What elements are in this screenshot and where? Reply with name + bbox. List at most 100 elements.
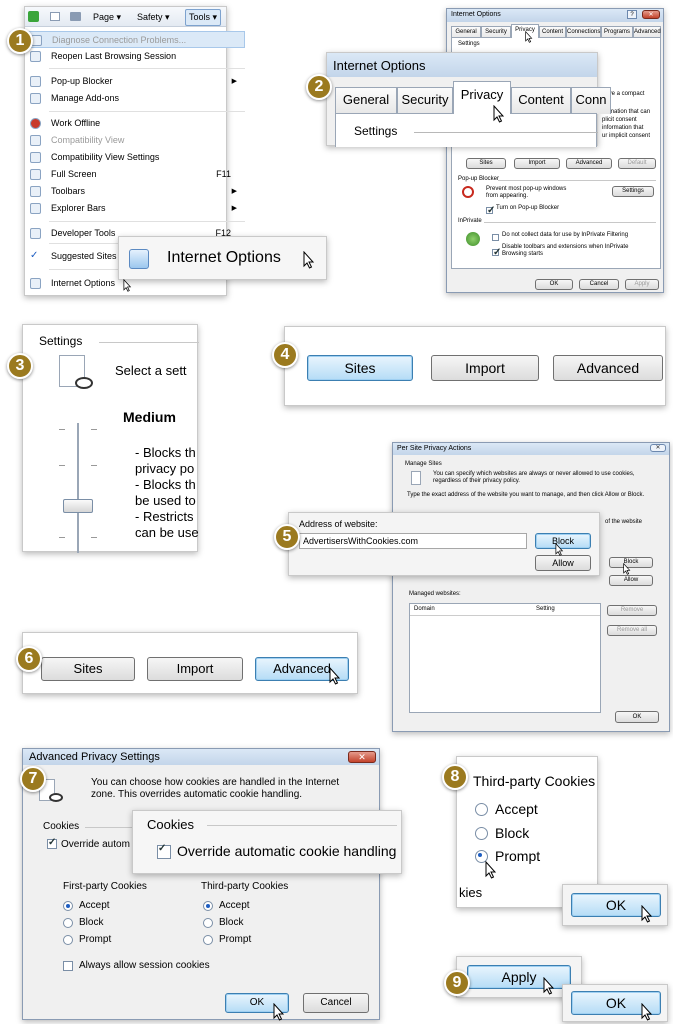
adv-cancel-button[interactable]: Cancel (303, 993, 369, 1013)
close-icon[interactable]: ✕ (650, 444, 666, 452)
menu-item-compatibility-view-settings[interactable]: Compatibility View Settings (25, 149, 245, 166)
io-import-button[interactable]: Import (514, 158, 560, 169)
io-advanced-button[interactable]: Advanced (566, 158, 612, 169)
third-accept-radio[interactable] (203, 901, 213, 912)
callout6-sites-button[interactable]: Sites (41, 657, 135, 681)
callout2-titlebar: Internet Options (327, 53, 597, 77)
io-ok-button[interactable]: OK (535, 279, 573, 290)
per-site-ok-button[interactable]: OK (615, 711, 659, 723)
tools-menu-button[interactable]: Tools ▾ (185, 9, 222, 26)
callout2-tab-conn[interactable]: Conn (571, 87, 611, 114)
menu-item-shortcut: F11 (216, 169, 231, 179)
popup-checkbox[interactable] (486, 205, 495, 216)
safety-menu[interactable]: Safety ▾ (137, 12, 170, 23)
menu-item-manage-add-ons[interactable]: Manage Add-ons (25, 90, 245, 107)
callout5-allow-button[interactable]: Allow (535, 555, 591, 571)
inprivate-checkbox-1[interactable] (492, 232, 499, 243)
mouse-cursor-icon (543, 977, 555, 995)
callout8-block-label: Block (495, 825, 530, 841)
callout6-import-button[interactable]: Import (147, 657, 243, 681)
callout8-title: Third-party Cookies (473, 773, 596, 789)
callout2-tab-general[interactable]: General (335, 87, 397, 114)
home-icon[interactable] (28, 11, 39, 22)
override-checkbox[interactable] (47, 837, 57, 850)
callout4-advanced-button[interactable]: Advanced (553, 355, 663, 381)
third-accept-label: Accept (219, 900, 250, 911)
session-label: Always allow session cookies (79, 960, 210, 971)
callout7-checkbox[interactable] (157, 843, 171, 859)
menu-item-diagnose-connection-problems[interactable]: Diagnose Connection Problems... (25, 31, 245, 48)
managed-websites-list[interactable]: Domain Setting (409, 603, 601, 713)
mouse-cursor-icon (303, 251, 315, 269)
slider-tick (59, 429, 65, 430)
menu-item-compatibility-view[interactable]: Compatibility View (25, 132, 245, 149)
address-value: AdvertisersWithCookies.com (303, 536, 419, 546)
menu-item-icon (30, 51, 41, 62)
submenu-arrow-icon: ▶ (231, 205, 237, 212)
callout8-accept-radio[interactable] (475, 803, 488, 816)
step-badge-2: 2 (306, 74, 332, 100)
menu-item-explorer-bars[interactable]: Explorer Bars ▶ (25, 200, 245, 217)
io-default-button[interactable]: Default (618, 158, 656, 169)
first-accept-radio[interactable] (63, 901, 73, 912)
advanced-button-callout: Sites Import Advanced (22, 632, 358, 694)
col-setting[interactable]: Setting (536, 606, 555, 612)
address-input[interactable]: AdvertisersWithCookies.com (299, 533, 527, 549)
menu-item-label: Manage Add-ons (51, 93, 120, 103)
step-badge-1: 1 (7, 28, 33, 54)
remove-button[interactable]: Remove (607, 605, 657, 616)
callout4-import-button[interactable]: Import (431, 355, 539, 381)
menu-item-toolbars[interactable]: Toolbars ▶ (25, 183, 245, 200)
advanced-privacy-dialog: Advanced Privacy Settings ✕ You can choo… (22, 748, 380, 1021)
step-badge-9: 9 (444, 970, 470, 996)
step-badge-6: 6 (16, 646, 42, 672)
callout2-tab-content[interactable]: Content (511, 87, 571, 114)
callout9-ok-panel: OK (562, 984, 668, 1022)
per-site-block-button[interactable]: Block (609, 557, 653, 568)
inprivate-checkbox-2[interactable] (492, 247, 501, 258)
popup-settings-button[interactable]: Settings (612, 186, 654, 197)
menu-item-full-screen[interactable]: Full Screen F11 (25, 166, 245, 183)
step-badge-8: 8 (442, 764, 468, 790)
first-prompt-radio[interactable] (63, 935, 73, 946)
internet-options-titlebar: Internet Options ? ✕ (447, 9, 663, 22)
menu-item-label: Developer Tools (51, 228, 116, 238)
io-sites-button[interactable]: Sites (466, 158, 506, 169)
internet-options-callout-label[interactable]: Internet Options (167, 249, 281, 267)
first-block-radio[interactable] (63, 918, 73, 929)
popup-checkbox-label: Turn on Pop-up Blocker (496, 205, 560, 211)
menu-item-icon: ✓ (30, 250, 39, 261)
callout8-prompt-label: Prompt (495, 848, 541, 864)
first-block-label: Block (79, 917, 104, 928)
menu-item-pop-up-blocker[interactable]: Pop-up Blocker ▶ (25, 73, 245, 90)
third-prompt-radio[interactable] (203, 935, 213, 946)
apply-button[interactable]: Apply (467, 965, 571, 989)
print-icon[interactable] (70, 12, 81, 21)
close-icon[interactable]: ✕ (348, 751, 376, 763)
inprivate-icon (466, 232, 480, 246)
privacy-slider-thumb[interactable] (63, 499, 93, 513)
submenu-arrow-icon: ▶ (231, 78, 237, 85)
adv-title: Advanced Privacy Settings (29, 751, 160, 763)
third-party-label: Third-party Cookies (201, 881, 289, 892)
session-checkbox[interactable] (63, 961, 73, 972)
menu-item-reopen-last-browsing-session[interactable]: Reopen Last Browsing Session (25, 48, 245, 65)
callout2-tab-security[interactable]: Security (397, 87, 453, 114)
page-menu[interactable]: Page ▾ (93, 12, 121, 23)
privacy-slider-track[interactable] (77, 423, 79, 553)
help-icon[interactable]: ? (627, 10, 637, 19)
callout4-sites-button[interactable]: Sites (307, 355, 413, 381)
popup-blocker-label: Pop-up Blocker (458, 176, 500, 182)
per-site-allow-button[interactable]: Allow (609, 575, 653, 586)
manage-sites-label: Manage Sites (405, 461, 442, 467)
inprivate-check2-label: Disable toolbars and extensions when InP… (502, 244, 629, 257)
callout8-block-radio[interactable] (475, 827, 488, 840)
feeds-icon[interactable] (50, 12, 60, 21)
menu-item-work-offline[interactable]: Work Offline (25, 115, 245, 132)
third-block-radio[interactable] (203, 918, 213, 929)
io-cancel-button[interactable]: Cancel (579, 279, 619, 290)
close-icon[interactable]: ✕ (642, 10, 660, 19)
col-domain[interactable]: Domain (414, 606, 435, 612)
remove-all-button[interactable]: Remove all (607, 625, 657, 636)
io-apply-button[interactable]: Apply (625, 279, 659, 290)
